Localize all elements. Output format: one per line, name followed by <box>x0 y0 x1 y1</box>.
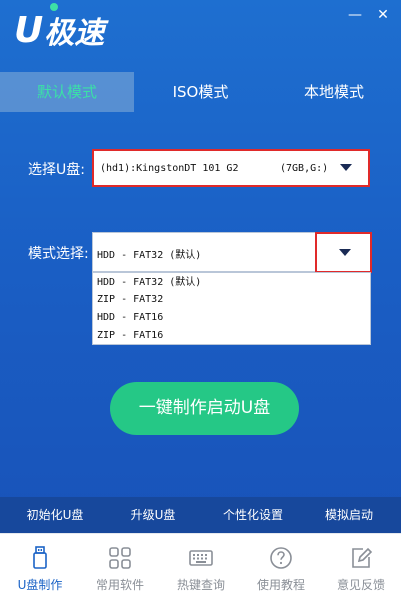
simulate-boot-button[interactable]: 模拟启动 <box>306 497 392 533</box>
mode-option[interactable]: HDD - FAT16 <box>97 309 367 326</box>
mode-option[interactable]: HDD - FAT32 (默认) <box>97 274 367 291</box>
nav-feedback[interactable]: 意见反馈 <box>321 534 401 604</box>
nav-label: 热键查询 <box>176 578 225 592</box>
mode-tabs: 默认模式 ISO模式 本地模式 <box>0 72 401 112</box>
edit-feedback-icon <box>352 547 373 568</box>
chevron-down-icon[interactable] <box>339 249 351 256</box>
nav-hotkey-query[interactable]: 热键查询 <box>161 534 241 604</box>
mode-option[interactable]: ZIP - FAT16 <box>97 327 367 344</box>
tab-local-mode[interactable]: 本地模式 <box>267 72 401 112</box>
apps-grid-icon <box>109 547 131 569</box>
keyboard-icon <box>189 550 213 566</box>
minimize-button[interactable]: — <box>346 6 364 24</box>
udisk-select[interactable]: (hd1):KingstonDT 101 G2 (7GB,G:) <box>92 149 370 187</box>
chevron-down-icon[interactable] <box>340 164 352 171</box>
help-circle-icon <box>270 547 292 569</box>
function-bar: 初始化U盘 升级U盘 个性化设置 模拟启动 <box>0 497 401 533</box>
logo-text: 极速 <box>44 16 105 51</box>
nav-label: U盘制作 <box>17 578 63 592</box>
init-udisk-button[interactable]: 初始化U盘 <box>12 497 98 533</box>
udisk-size: (7GB,G:) <box>280 163 329 174</box>
usb-drive-icon <box>33 546 47 569</box>
mode-label: 模式选择: <box>28 246 89 262</box>
app-window: U 极速 — ✕ 默认模式 ISO模式 本地模式 选择U盘: (hd1):Kin… <box>0 0 401 604</box>
upgrade-udisk-button[interactable]: 升级U盘 <box>110 497 196 533</box>
udisk-label: 选择U盘: <box>28 162 85 178</box>
nav-udisk-make[interactable]: U盘制作 <box>0 534 80 604</box>
nav-common-software[interactable]: 常用软件 <box>80 534 160 604</box>
tab-default-mode[interactable]: 默认模式 <box>0 72 134 112</box>
mode-option[interactable]: ZIP - FAT32 <box>97 291 367 308</box>
logo-dot-icon <box>50 3 58 11</box>
nav-label: 常用软件 <box>95 578 144 592</box>
mode-select-value: HDD - FAT32 (默认) <box>97 250 202 261</box>
personalize-button[interactable]: 个性化设置 <box>208 497 298 533</box>
nav-label: 使用教程 <box>256 578 305 592</box>
logo-u: U <box>14 9 43 51</box>
tab-iso-mode[interactable]: ISO模式 <box>134 72 267 112</box>
app-logo: U 极速 <box>14 9 105 52</box>
mode-select[interactable]: HDD - FAT32 (默认) <box>92 232 372 273</box>
bottom-nav: U盘制作 常用软件 热键查询 使用教程 意见反馈 <box>0 533 401 604</box>
title-bar: U 极速 — ✕ <box>0 0 401 60</box>
mode-dropdown-toggle[interactable] <box>315 232 372 273</box>
udisk-name: (hd1):KingstonDT 101 G2 <box>100 163 239 174</box>
make-bootable-usb-button[interactable]: 一键制作启动U盘 <box>110 382 299 435</box>
nav-tutorial[interactable]: 使用教程 <box>241 534 321 604</box>
close-button[interactable]: ✕ <box>374 6 392 24</box>
nav-label: 意见反馈 <box>336 578 385 592</box>
mode-dropdown-list: HDD - FAT32 (默认) ZIP - FAT32 HDD - FAT16… <box>92 272 371 345</box>
